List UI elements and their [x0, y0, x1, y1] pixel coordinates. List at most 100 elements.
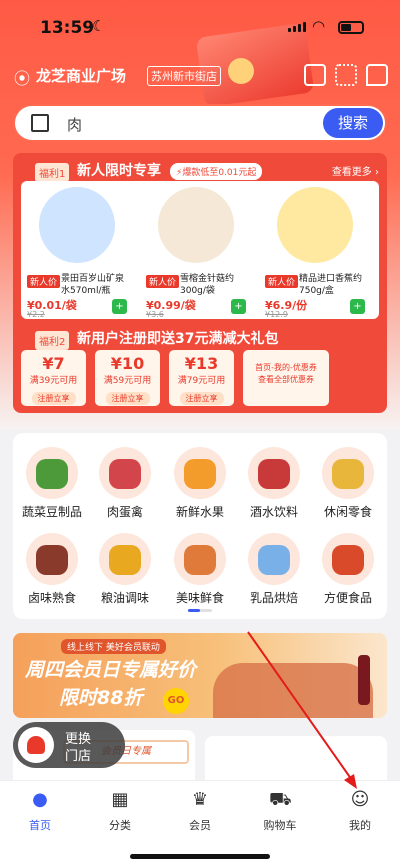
category-item-fresh-food[interactable]: 美味鲜食	[165, 533, 235, 606]
snack-icon	[322, 447, 374, 499]
coupon-info-line: 首页-我的-优惠券	[255, 363, 317, 372]
category-label: 新鲜水果	[175, 505, 224, 519]
category-label: 方便食品	[323, 591, 372, 605]
banner-subtitle: 线上线下 美好会员联动	[61, 639, 166, 654]
signal-icon	[288, 22, 306, 32]
scan-icon[interactable]	[31, 114, 49, 132]
battery-icon	[338, 21, 364, 34]
tab-member[interactable]: ♛ 会员	[165, 789, 235, 833]
tab-label: 分类	[109, 819, 131, 832]
category-item-instant-food[interactable]: 方便食品	[313, 533, 383, 606]
promo-title-2: 新用户注册即送37元满减大礼包	[77, 331, 279, 347]
category-label: 肉蛋禽	[106, 505, 143, 519]
category-label: 美味鲜食	[175, 591, 224, 605]
location-name[interactable]: 龙芝商业广场	[36, 65, 126, 86]
page-indicator	[188, 609, 212, 612]
tab-label: 会员	[189, 819, 211, 832]
banner-food-image	[213, 663, 373, 718]
meat-icon	[99, 447, 151, 499]
store-logo-icon	[18, 727, 54, 763]
home-indicator	[130, 854, 270, 859]
tab-home[interactable]: ● 首页	[5, 789, 75, 833]
switch-store-button[interactable]: 更换 门店	[13, 722, 125, 768]
add-to-cart-icon[interactable]: +	[350, 299, 365, 314]
product-original-price: ¥12.9	[265, 310, 288, 319]
coupon-claim-button[interactable]: 注册立享	[179, 392, 224, 405]
product-card[interactable]: 新人价 景田百岁山矿泉水570ml/瓶 ¥0.01/袋 ¥2.2 +	[21, 181, 133, 319]
tab-profile[interactable]: ☺ 我的	[325, 789, 395, 833]
product-card[interactable]: 新人价 雪榕金针菇约300g/袋 ¥0.99/袋 ¥3.6 +	[140, 181, 252, 319]
banner-wine-image	[358, 655, 370, 705]
location-bar[interactable]: ⦿ 龙芝商业广场 苏州新市街店	[14, 64, 388, 88]
new-user-price-badge: 新人价	[265, 275, 299, 288]
category-item-snack[interactable]: 休闲零食	[313, 447, 383, 520]
add-to-cart-icon[interactable]: +	[112, 299, 127, 314]
tab-category[interactable]: ▦ 分类	[85, 789, 155, 833]
category-label: 卤味熟食	[27, 591, 76, 605]
category-label: 酒水饮料	[249, 505, 298, 519]
fruit-icon	[174, 447, 226, 499]
grid-menu-icon[interactable]	[335, 64, 357, 86]
instant-food-icon	[322, 533, 374, 585]
wifi-icon: ◠	[312, 17, 326, 35]
coupon-info-card[interactable]: 首页-我的-优惠券 查看全部优惠券	[243, 350, 329, 406]
member-day-banner[interactable]: 线上线下 美好会员联动 周四会员日专属好价 限时88折 GO	[13, 633, 387, 718]
new-user-promo: 福利1 新人限时专享 ⚡爆款低至0.01元起 查看更多 › 新人价 景田百岁山矿…	[13, 153, 387, 413]
coupon-card[interactable]: ¥10 满59元可用 注册立享	[95, 350, 160, 406]
category-label: 蔬菜豆制品	[21, 505, 82, 519]
product-name: 雪榕金针菇约300g/袋	[180, 274, 235, 296]
switch-store-label: 门店	[65, 749, 92, 764]
product-card[interactable]: 新人价 精品进口香蕉约750g/盒 ¥6.9/份 ¥12.9 +	[259, 181, 371, 319]
coupon-info-line: 查看全部优惠券	[258, 375, 314, 384]
category-item-grain-oil[interactable]: 粮油调味	[90, 533, 160, 606]
coupon-amount: ¥7	[42, 354, 65, 373]
new-user-price-badge: 新人价	[27, 275, 61, 288]
vegetable-icon	[26, 447, 78, 499]
coupon-claim-button[interactable]: 注册立享	[31, 392, 76, 405]
product-image	[277, 187, 353, 263]
status-bar: 13:59 ☾ ◠	[0, 0, 400, 54]
home-icon: ●	[32, 789, 48, 810]
coupon-condition: 满59元可用	[103, 376, 152, 386]
store-name[interactable]: 苏州新市街店	[147, 66, 221, 86]
category-item-drink[interactable]: 酒水饮料	[239, 447, 309, 520]
search-bar[interactable]: 肉 搜索	[13, 104, 387, 142]
tab-cart[interactable]: ⛟ 购物车	[245, 789, 315, 833]
banner-headline: 周四会员日专属好价	[25, 659, 197, 681]
search-input[interactable]: 肉	[67, 114, 82, 135]
product-name: 精品进口香蕉约750g/盒	[299, 274, 363, 296]
coupon-card[interactable]: ¥13 满79元可用 注册立享	[169, 350, 234, 406]
welfare-tag-1: 福利1	[35, 163, 70, 182]
coupon-card[interactable]: ¥7 满39元可用 注册立享	[21, 350, 86, 406]
deli-icon	[26, 533, 78, 585]
category-item-fruit[interactable]: 新鲜水果	[165, 447, 235, 520]
add-to-cart-icon[interactable]: +	[231, 299, 246, 314]
coupon-condition: 满79元可用	[177, 376, 226, 386]
banner-discount: 限时88折	[59, 687, 143, 709]
tab-label: 首页	[29, 819, 51, 832]
category-label: 休闲零食	[323, 505, 372, 519]
location-pin-icon: ⦿	[14, 69, 31, 88]
flash-sale-badge: ⚡爆款低至0.01元起	[170, 163, 263, 180]
category-item-dairy[interactable]: 乳品烘焙	[239, 533, 309, 606]
shop-icon[interactable]	[304, 64, 326, 86]
welfare-tag-2: 福利2	[35, 331, 70, 350]
category-item-deli[interactable]: 卤味熟食	[17, 533, 87, 606]
view-more-link[interactable]: 查看更多 ›	[332, 163, 379, 178]
profile-icon: ☺	[350, 789, 370, 810]
moon-icon: ☾	[92, 17, 106, 35]
drink-icon	[248, 447, 300, 499]
search-button[interactable]: 搜索	[323, 108, 383, 138]
banner-go-button[interactable]: GO	[163, 688, 189, 714]
message-icon[interactable]	[366, 64, 388, 86]
promo-title: 新人限时专享	[77, 163, 161, 179]
coupon-claim-button[interactable]: 注册立享	[105, 392, 150, 405]
product-image	[158, 187, 234, 263]
tab-label: 购物车	[263, 819, 297, 832]
coupon-condition: 满39元可用	[29, 376, 78, 386]
category-item-meat[interactable]: 肉蛋禽	[90, 447, 160, 520]
category-item-vegetable[interactable]: 蔬菜豆制品	[17, 447, 87, 520]
status-time: 13:59	[40, 18, 95, 38]
grain-oil-icon	[99, 533, 151, 585]
dairy-icon	[248, 533, 300, 585]
